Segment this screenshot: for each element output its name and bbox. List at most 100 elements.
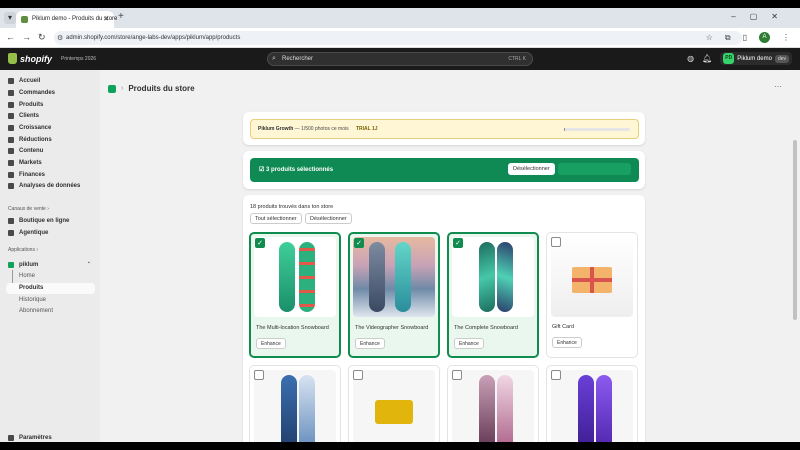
snowboard-image: [299, 375, 315, 442]
growth-icon: [8, 125, 14, 131]
admin-search-input[interactable]: ⌕ Rechercher CTRL K: [267, 52, 533, 66]
enhance-button[interactable]: Enhance: [552, 337, 582, 348]
snowboard-image: [479, 375, 495, 442]
store-badge: dev: [774, 54, 789, 63]
product-card[interactable]: ✓ The Complete Snowboard Enhance: [447, 232, 539, 358]
notifications-bell-icon[interactable]: 🔔︎: [702, 54, 712, 63]
extensions-icon[interactable]: ⧉: [725, 33, 731, 43]
profile-avatar[interactable]: A: [759, 32, 770, 43]
sidebar-item-clients[interactable]: Clients: [8, 111, 39, 121]
sidebar-item-markets[interactable]: Markets: [8, 158, 42, 168]
shopify-topbar: shopify Printemps 2026 ⌕ Rechercher CTRL…: [0, 48, 800, 70]
app-page-historique[interactable]: Historique: [19, 297, 46, 303]
plan-usage: — 1/500 photos ce mois: [293, 126, 349, 132]
tab-list-icon[interactable]: ▾: [4, 12, 16, 24]
browser-tab[interactable]: Piklum demo - Produits du store ✕: [16, 11, 117, 28]
snowboard-image: [369, 242, 385, 312]
enhance-button[interactable]: Enhance: [454, 338, 484, 349]
discount-icon: [8, 137, 14, 143]
snowboard-image: [279, 242, 295, 312]
product-name: The Videographer Snowboard: [355, 325, 429, 331]
sidebar-item-boutique[interactable]: Boutique en ligne: [8, 216, 69, 226]
sparkle-icon: [8, 230, 14, 236]
product-image: [353, 370, 435, 442]
enhance-selection-button[interactable]: [558, 163, 631, 175]
store-name: Piklum demo: [737, 55, 772, 62]
sidebar-item-accueil[interactable]: Accueil: [8, 76, 40, 86]
search-shortcut: CTRL K: [508, 56, 526, 62]
deselect-button[interactable]: Désélectionner: [508, 163, 555, 175]
sidebar-item-parametres[interactable]: Paramètres: [8, 433, 52, 442]
sidebar-item-analyses[interactable]: Analyses de données: [8, 181, 80, 191]
product-card[interactable]: Gift Card Enhance: [546, 232, 638, 358]
app-pin-icon[interactable]: ▪: [88, 260, 90, 266]
shopify-logo[interactable]: shopify Printemps 2026: [8, 53, 96, 64]
sidebar-item-produits[interactable]: Produits: [8, 100, 43, 110]
product-checkbox[interactable]: ✓: [453, 238, 463, 248]
sidebar-item-agentique[interactable]: Agentique: [8, 228, 48, 238]
deselect-all-button[interactable]: Désélectionner: [305, 213, 352, 224]
app-page-home[interactable]: Home: [19, 273, 35, 279]
product-name: Gift Card: [552, 324, 575, 330]
product-checkbox[interactable]: [452, 370, 462, 380]
apps-heading[interactable]: Applications ›: [8, 247, 38, 253]
snowboard-image: [596, 375, 612, 442]
product-checkbox[interactable]: [551, 237, 561, 247]
product-image: [452, 370, 534, 442]
selection-card: ☑ 3 produits sélectionnés Désélectionner: [243, 151, 645, 189]
enhance-button[interactable]: Enhance: [355, 338, 385, 349]
sidebar-item-piklum[interactable]: piklum: [8, 260, 38, 270]
sidebar-item-commandes[interactable]: Commandes: [8, 88, 55, 98]
close-tab-icon[interactable]: ✕: [103, 15, 109, 23]
select-all-button[interactable]: Tout sélectionner: [250, 213, 302, 224]
product-name: The Multi-location Snowboard: [256, 325, 329, 331]
snowboard-image: [479, 242, 495, 312]
sidebar-item-croissance[interactable]: Croissance: [8, 123, 51, 133]
product-checkbox[interactable]: [551, 370, 561, 380]
browser-toolbar: ←→↻ ⚙ admin.shopify.com/store/ange-labs-…: [0, 28, 800, 48]
chart-icon: [8, 183, 14, 189]
sidebar-item-contenu[interactable]: Contenu: [8, 146, 43, 156]
browser-menu-icon[interactable]: ⋮: [782, 33, 790, 42]
new-tab-icon[interactable]: +: [118, 11, 124, 22]
shopify-bag-icon: [8, 53, 17, 64]
selection-count: ☑ 3 produits sélectionnés: [259, 167, 334, 173]
sidebar-item-reductions[interactable]: Réductions: [8, 135, 52, 145]
snowboard-image: [299, 242, 315, 312]
product-checkbox[interactable]: [353, 370, 363, 380]
sales-channels-heading[interactable]: Canaux de vente ›: [8, 206, 49, 212]
nav-buttons[interactable]: ←→↻: [6, 32, 53, 43]
product-checkbox[interactable]: ✓: [255, 238, 265, 248]
more-actions-icon[interactable]: ···: [774, 82, 782, 91]
main-content: › Produits du store ··· Piklum Growth — …: [100, 70, 800, 442]
breadcrumb-chevron-icon: ›: [121, 85, 124, 92]
product-image: [551, 237, 633, 317]
product-card[interactable]: ✓ The Multi-location Snowboard Enhance: [249, 232, 341, 358]
address-bar[interactable]: ⚙ admin.shopify.com/store/ange-labs-dev/…: [54, 31, 742, 45]
product-image: [254, 370, 336, 442]
edition-label[interactable]: Printemps 2026: [61, 56, 96, 62]
product-card[interactable]: [348, 365, 440, 442]
product-card[interactable]: [546, 365, 638, 442]
sidebar-item-finances[interactable]: Finances: [8, 170, 45, 180]
product-card[interactable]: [249, 365, 341, 442]
page-scrollbar[interactable]: [793, 140, 797, 320]
product-card[interactable]: ✓ The Videographer Snowboard Enhance: [348, 232, 440, 358]
product-checkbox[interactable]: ✓: [354, 238, 364, 248]
product-card[interactable]: [447, 365, 539, 442]
sidepanel-icon[interactable]: ▯: [743, 33, 747, 42]
enhance-button[interactable]: Enhance: [256, 338, 286, 349]
window-controls[interactable]: –▢✕: [731, 12, 792, 21]
plan-card: Piklum Growth — 1/500 photos ce mois TRI…: [243, 112, 645, 145]
plan-name: Piklum Growth: [258, 126, 294, 132]
site-info-icon[interactable]: ⚙: [57, 34, 63, 42]
selection-bar: ☑ 3 produits sélectionnés Désélectionner: [250, 158, 639, 182]
bookmark-star-icon[interactable]: ☆: [706, 33, 713, 42]
store-menu[interactable]: PD Piklum demo dev: [720, 52, 792, 65]
usage-progress-bar: [564, 128, 630, 131]
product-checkbox[interactable]: [254, 370, 264, 380]
sidekick-icon[interactable]: ◍: [687, 54, 694, 63]
app-page-abonnement[interactable]: Abonnement: [19, 308, 53, 314]
app-page-produits[interactable]: Produits: [19, 285, 43, 291]
piklum-app-icon[interactable]: [108, 84, 116, 93]
